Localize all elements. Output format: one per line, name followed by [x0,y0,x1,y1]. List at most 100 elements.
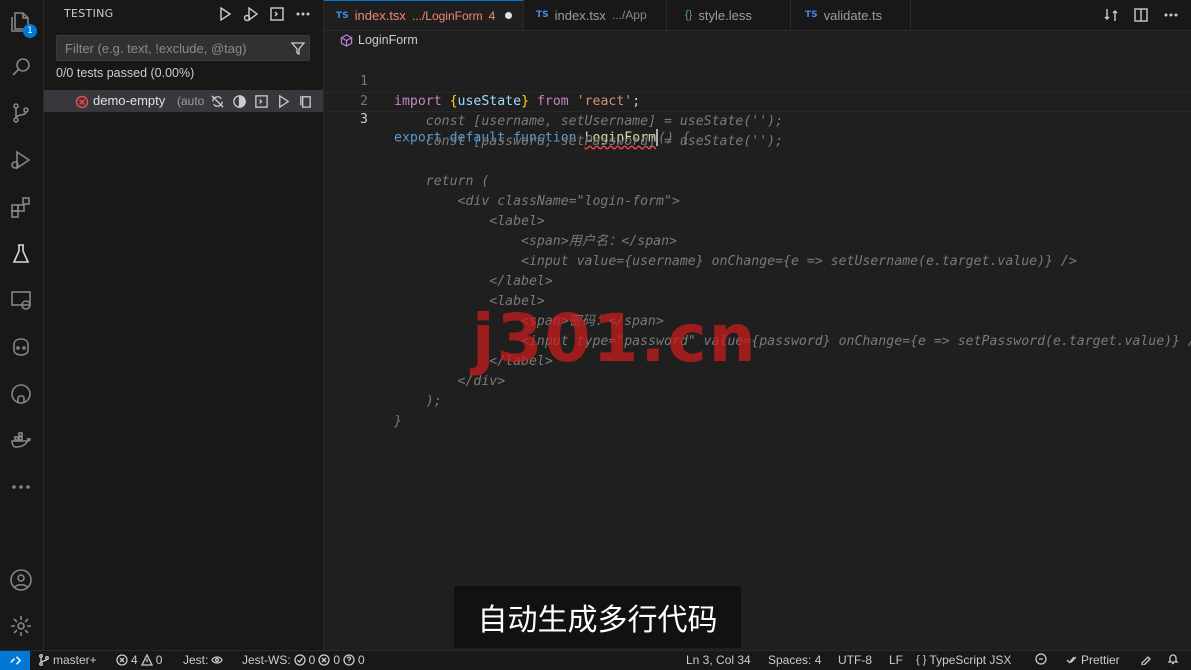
jest-passed-count: 0 [308,653,316,667]
activity-bar: 1 [0,0,44,650]
coverage-icon[interactable] [230,92,248,110]
debug-tests-icon[interactable] [241,4,261,24]
copilot-icon[interactable] [7,333,35,361]
more-actions-icon[interactable] [1161,5,1181,25]
more-actions-icon[interactable] [293,4,313,24]
ghost-line: <div className="login-form"> [324,192,1191,212]
ghost-line: const [password, setPassword] = useState… [324,132,1191,152]
search-icon[interactable] [7,53,35,81]
extensions-icon[interactable] [7,193,35,221]
testing-sidebar: TESTING 0/0 tests passed (0.00%) demo-em… [44,0,324,650]
eye-icon [211,656,224,664]
terminal-icon[interactable] [252,92,270,110]
tab-label: index.tsx [354,8,406,23]
ghost-text: } [394,414,402,429]
test-item-description: (auto [177,94,205,108]
encoding[interactable]: UTF-8 [838,653,872,667]
warning-count: 0 [155,653,163,667]
unsaved-dot-icon[interactable] [505,12,513,19]
ghost-text: <label> [394,214,545,229]
code-line: 2 [324,72,1191,109]
error-count: 4 [131,653,138,667]
typescript-icon: TS [805,10,818,20]
ghost-text: return ( [394,174,490,189]
toggle-autorun-icon[interactable] [208,92,226,110]
cursor-position[interactable]: Ln 3, Col 34 [686,653,751,667]
editor-actions [1101,5,1181,25]
tab-style-less[interactable]: {} style.less [667,0,791,30]
compare-changes-icon[interactable] [1101,5,1121,25]
run-tests-icon[interactable] [215,4,235,24]
indentation[interactable]: Spaces: 4 [768,653,821,667]
ghost-text: <input value={username} onChange={e => s… [394,254,1077,269]
prettier-status[interactable]: Prettier [1066,653,1120,667]
tab-label: index.tsx [554,7,606,23]
filter-icon[interactable] [290,40,306,56]
go-to-test-icon[interactable] [296,92,314,110]
account-icon[interactable] [7,566,35,594]
double-check-icon [1066,656,1077,664]
sidebar-actions [215,4,313,24]
error-circle-icon [75,94,89,109]
problems-status[interactable]: 4 0 [116,653,162,667]
split-editor-icon[interactable] [1131,5,1151,25]
ghost-text: <span>用户名：</span> [394,234,677,249]
source-control-icon[interactable] [7,99,35,127]
tab-login-form-index[interactable]: TS index.tsx .../LoginForm 4 [324,0,524,30]
test-summary: 0/0 tests passed (0.00%) [56,66,195,80]
settings-gear-icon[interactable] [7,612,35,640]
branch-status[interactable]: master+ [38,653,97,667]
run-debug-icon[interactable] [7,146,35,174]
jest-ws-label: Jest-WS: [242,653,291,667]
test-item-actions [208,92,314,110]
tab-app-index[interactable]: TS index.tsx .../App [524,0,667,30]
ghost-text: <div className="login-form"> [394,194,680,209]
code-line: 1 import {useState} from 'react'; [324,52,1191,109]
ghost-line: const [username, setUsername] = useState… [324,112,1191,132]
ghost-text: </label> [394,274,553,289]
language-label: TypeScript JSX [929,653,1012,667]
less-file-icon: {} [685,9,693,21]
ghost-line: <span>用户名：</span> [324,232,1191,252]
remote-icon [9,656,21,665]
jest-ws-status[interactable]: Jest-WS: 0 0 0 [242,653,365,667]
test-filter-input[interactable] [63,40,287,57]
warning-icon [140,654,153,666]
pass-check-icon [294,654,306,666]
jest-status[interactable]: Jest: [183,653,224,667]
ghost-text: const [username, setUsername] = useState… [394,114,784,129]
unknown-icon [343,654,355,666]
remote-explorer-icon[interactable] [7,286,35,314]
copilot-status-icon[interactable] [1035,653,1047,665]
more-icon[interactable] [7,473,35,501]
remote-indicator[interactable] [0,651,30,670]
symbol-function-icon [340,33,353,47]
ghost-text: const [password, setPassword] = useState… [394,134,784,149]
end-of-line[interactable]: LF [889,653,903,667]
tab-validate-ts[interactable]: TS validate.ts [791,0,911,30]
run-test-icon[interactable] [274,92,292,110]
tab-label: validate.ts [823,7,883,23]
code-editor[interactable]: 1 import {useState} from 'react'; 2 3 ex… [324,52,1191,452]
explorer-icon[interactable]: 1 [7,8,37,38]
ghost-line: <input value={username} onChange={e => s… [324,252,1191,272]
breadcrumb[interactable]: LoginForm [340,33,418,47]
ghost-line: return ( [324,172,1191,192]
feedback-icon[interactable] [1140,653,1152,665]
ghost-line: } [324,412,1191,432]
jest-label: Jest: [183,653,209,667]
breadcrumb-symbol: LoginForm [358,33,418,47]
code-line-current: 3 export default function LoginForm() { [324,92,1191,146]
test-item[interactable]: demo-empty (auto [44,90,323,112]
show-output-icon[interactable] [267,4,287,24]
prettier-label: Prettier [1081,653,1120,667]
docker-icon[interactable] [7,427,35,455]
tab-path: .../App [611,8,647,22]
editor-tabs: TS index.tsx .../LoginForm 4 TS index.ts… [324,0,1191,31]
language-mode[interactable]: { } TypeScript JSX [916,653,1011,667]
testing-icon[interactable] [7,240,35,268]
tab-label: style.less [698,7,752,23]
notifications-bell-icon[interactable] [1167,653,1179,665]
ghost-line: </label> [324,272,1191,292]
github-icon[interactable] [7,380,35,408]
